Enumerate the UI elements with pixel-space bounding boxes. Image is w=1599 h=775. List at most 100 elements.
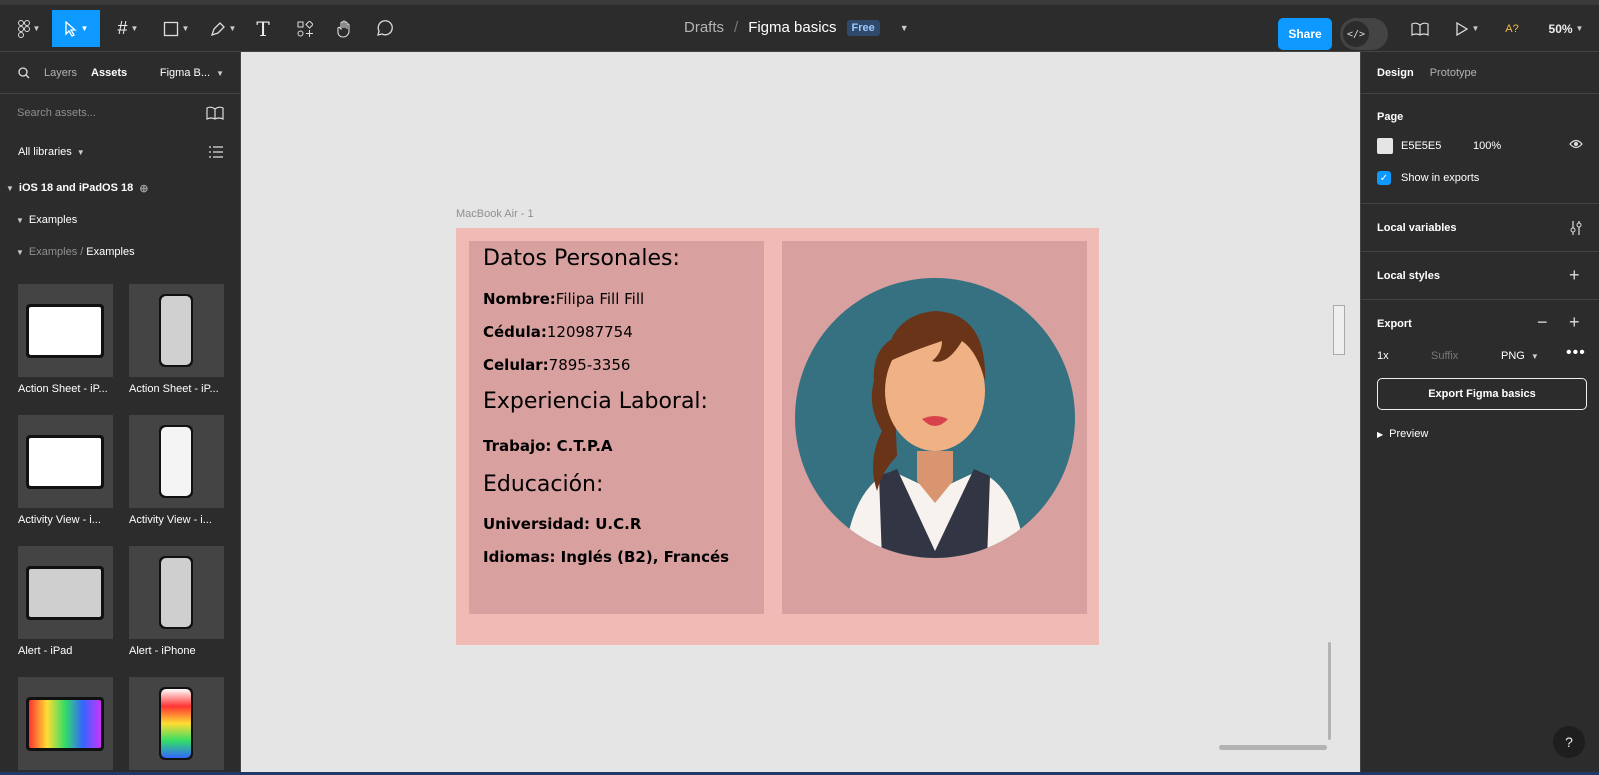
share-button[interactable]: Share [1278,18,1332,50]
ipad-frame [26,435,104,489]
breadcrumb-drafts[interactable]: Drafts [684,19,724,36]
horizontal-scrollbar[interactable] [1219,745,1327,750]
export-button[interactable]: Export Figma basics [1377,378,1587,410]
ai-button[interactable]: A? [1500,10,1524,47]
help-button[interactable]: ? [1553,726,1585,758]
asset-search[interactable]: Search assets... [0,94,240,132]
export-scale[interactable]: 1x [1377,350,1389,362]
asset-thumbnail[interactable] [18,677,113,770]
page-section: Page E5E5E5 100% ✓ Show in exports [1361,94,1599,204]
asset-thumbnail[interactable] [18,546,113,639]
list-view-icon[interactable] [209,146,223,158]
text-icon: T [256,16,270,41]
iphone-frame [159,687,193,760]
hand-icon [336,19,354,38]
search-input[interactable]: Search assets... [17,107,96,119]
local-variables-section[interactable]: Local variables [1361,204,1599,252]
local-styles-section[interactable]: Local styles + [1361,252,1599,300]
show-in-exports-checkbox[interactable]: ✓ [1377,171,1391,185]
iphone-frame [159,425,193,498]
file-name[interactable]: Figma basics [748,19,836,36]
ipad-frame [26,697,104,751]
tab-assets[interactable]: Assets [91,67,127,79]
figma-logo-icon [17,19,30,38]
chevron-down-icon[interactable]: ▼ [900,23,909,33]
macbook-frame[interactable]: Datos Personales: Nombre:Filipa Fill Fil… [456,228,1099,645]
cv-celular: Celular:7895-3356 [483,356,630,374]
export-format: PNG [1501,350,1525,362]
iphone-frame [159,294,193,367]
all-libraries-select[interactable]: All libraries ▼ [0,132,240,172]
comment-tool-button[interactable] [373,10,395,47]
code-icon: </> [1343,21,1369,47]
page-color-hex[interactable]: E5E5E5 [1401,140,1441,152]
preview-label: Preview [1389,428,1429,440]
figma-menu-button[interactable]: ▼ [12,10,46,47]
minus-icon[interactable]: − [1537,312,1548,333]
right-panel: Design Prototype Page E5E5E5 100% ✓ Show… [1360,52,1599,772]
examples-group[interactable]: ▼ Examples [0,204,240,236]
preview-toggle[interactable]: ▶ Preview [1377,428,1428,440]
asset-thumbnail[interactable] [129,546,224,639]
vertical-scrollbar[interactable] [1328,642,1331,740]
path-child: Examples [86,246,135,258]
asset-thumbnail[interactable] [129,284,224,377]
move-tool-button[interactable]: ▼ [52,10,100,47]
pen-tool-button[interactable]: ▼ [205,10,241,47]
library-group[interactable]: ▼ iOS 18 and iPadOS 18 ⊕ [0,172,240,204]
show-in-exports-label: Show in exports [1401,172,1480,184]
search-icon[interactable] [18,66,30,79]
plus-icon[interactable]: + [1569,312,1580,333]
frame-label[interactable]: MacBook Air - 1 [456,208,534,220]
asset-thumbnail[interactable] [129,677,224,770]
page-opacity[interactable]: 100% [1473,140,1501,152]
book-icon[interactable] [206,106,224,120]
present-button[interactable]: ▼ [1450,10,1484,47]
page-title: Page [1377,111,1404,123]
celular-value: 7895-3356 [548,356,631,374]
cv-photo-card[interactable] [782,241,1087,614]
library-button[interactable] [1408,10,1432,47]
export-format-select[interactable]: PNG ▼ [1501,350,1539,362]
tab-prototype[interactable]: Prototype [1430,67,1477,79]
asset-label: Activity View - i... [129,514,212,526]
library-select[interactable]: Figma B... ▼ [160,67,224,79]
resources-button[interactable] [294,10,316,47]
variables-icon[interactable] [1569,220,1583,236]
examples-path[interactable]: ▼ Examples / Examples [0,236,240,268]
cedula-label: Cédula: [483,323,547,341]
local-variables-label: Local variables [1377,222,1457,234]
export-suffix-input[interactable]: Suffix [1431,350,1458,362]
comment-icon [375,19,393,38]
more-icon[interactable]: ••• [1566,344,1586,362]
canvas[interactable]: MacBook Air - 1 Datos Personales: Nombre… [241,52,1360,772]
breadcrumb-separator: / [734,19,739,36]
asset-thumbnail[interactable] [18,415,113,508]
asset-thumbnail[interactable] [18,284,113,377]
left-panel-tabs: Layers Assets Figma B... ▼ [0,52,240,94]
dev-mode-toggle[interactable]: </> [1340,18,1388,50]
chevron-down-icon: ▼ [130,24,139,33]
heading-education: Educación: [483,472,604,497]
zoom-menu[interactable]: 50% ▼ [1544,10,1588,47]
side-handle[interactable] [1333,305,1345,355]
cv-text-card[interactable]: Datos Personales: Nombre:Filipa Fill Fil… [469,241,764,614]
text-tool-button[interactable]: T [252,10,274,47]
page-color-swatch[interactable] [1377,138,1393,154]
tab-design[interactable]: Design [1377,67,1414,79]
chevron-down-icon: ▼ [1471,24,1480,33]
chevron-down-icon: ▼ [181,24,190,33]
frame-tool-button[interactable]: # ▼ [110,10,146,47]
avatar-illustration [795,278,1075,558]
book-icon [1411,22,1429,36]
plus-icon[interactable]: + [1569,265,1580,286]
eye-icon[interactable] [1569,138,1583,150]
tab-layers[interactable]: Layers [44,67,77,79]
check-icon: ✓ [1379,172,1389,184]
shape-tool-button[interactable]: ▼ [158,10,194,47]
asset-thumbnail[interactable] [129,415,224,508]
chevron-down-icon: ▼ [1530,352,1539,361]
left-panel: Layers Assets Figma B... ▼ Search assets… [0,52,241,772]
hand-tool-button[interactable] [334,10,356,47]
pen-icon [210,21,226,37]
